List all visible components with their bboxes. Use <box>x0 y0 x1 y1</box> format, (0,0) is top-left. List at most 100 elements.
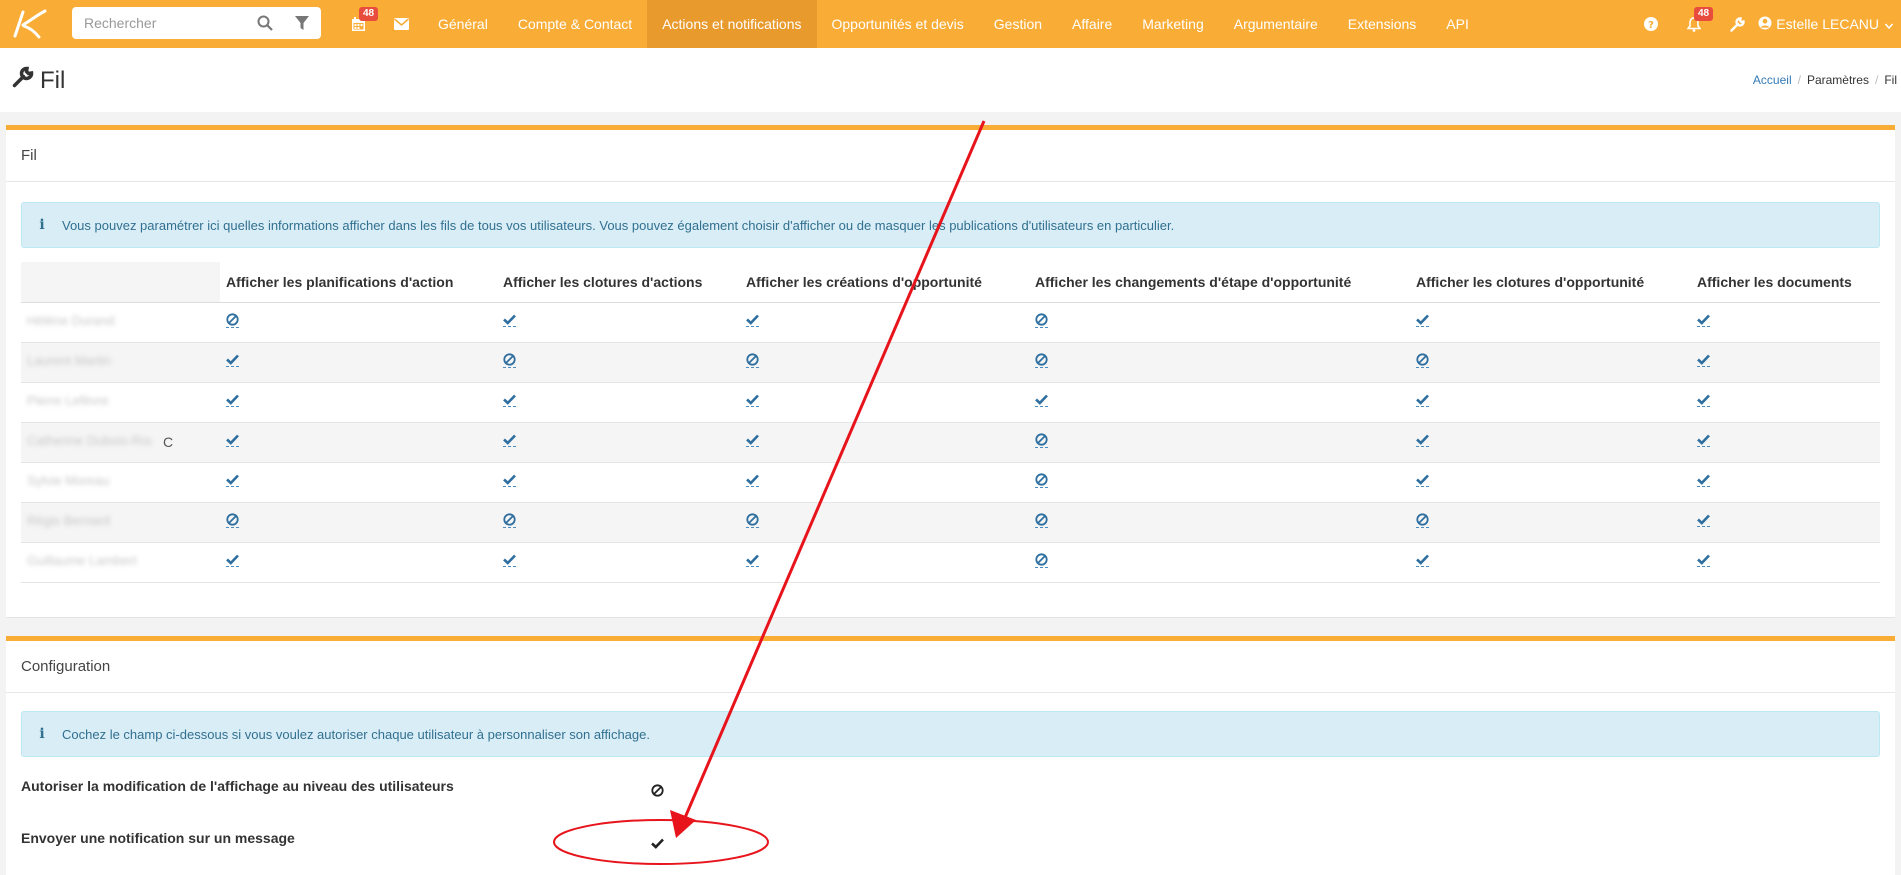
ban-icon[interactable] <box>503 353 516 368</box>
table-row: Sylvie Moreau <box>21 462 1880 503</box>
setting-cell <box>1029 502 1410 543</box>
check-icon[interactable] <box>226 354 239 367</box>
setting-cell <box>220 422 497 463</box>
info-icon: i <box>39 217 45 233</box>
setting-cell <box>740 382 1029 423</box>
check-icon[interactable] <box>651 836 664 852</box>
user-cell: Hélène Durand <box>21 302 220 343</box>
check-icon[interactable] <box>503 314 516 327</box>
ban-icon[interactable] <box>1035 313 1048 328</box>
setting-cell <box>1691 382 1880 423</box>
column-header-3: Afficher les changements d'étape d'oppor… <box>1029 262 1410 303</box>
ban-icon[interactable] <box>651 784 664 800</box>
setting-cell <box>1691 342 1880 383</box>
setting-cell <box>740 462 1029 503</box>
nav-item-0[interactable]: Général <box>423 0 503 48</box>
ban-icon[interactable] <box>503 513 516 528</box>
ban-icon[interactable] <box>1416 353 1429 368</box>
wrench-icon[interactable] <box>1727 14 1747 34</box>
check-icon[interactable] <box>1416 474 1429 487</box>
check-icon[interactable] <box>746 394 759 407</box>
check-icon[interactable] <box>1416 434 1429 447</box>
check-icon[interactable] <box>1035 394 1048 407</box>
check-icon[interactable] <box>503 434 516 447</box>
fil-info-alert: i Vous pouvez paramétrer ici quelles inf… <box>21 202 1880 248</box>
ban-icon[interactable] <box>226 313 239 328</box>
check-icon[interactable] <box>1697 554 1710 567</box>
user-name-suffix: C <box>163 433 174 450</box>
setting-cell <box>220 382 497 423</box>
breadcrumb-home[interactable]: Accueil <box>1753 73 1792 87</box>
setting-cell <box>1691 502 1880 543</box>
main-nav: Général Compte & Contact Actions et notifi… <box>423 0 1484 48</box>
nav-item-7[interactable]: Argumentaire <box>1219 0 1333 48</box>
check-icon[interactable] <box>1697 514 1710 527</box>
page-title-text: Fil <box>40 66 66 94</box>
filter-icon[interactable] <box>295 15 309 31</box>
nav-item-2[interactable]: Actions et notifications <box>647 0 817 48</box>
check-icon[interactable] <box>1416 394 1429 407</box>
check-icon[interactable] <box>1416 314 1429 327</box>
page-title: Fil <box>12 66 65 95</box>
check-icon[interactable] <box>746 554 759 567</box>
nav-item-6[interactable]: Marketing <box>1127 0 1218 48</box>
setting-cell <box>497 342 740 383</box>
table-row: Catherine Dubois-Roux C <box>21 422 1880 463</box>
user-menu[interactable]: Estelle LECANU <box>1758 0 1894 48</box>
setting-cell <box>1410 462 1691 503</box>
search-icon[interactable] <box>257 15 273 31</box>
check-icon[interactable] <box>1697 354 1710 367</box>
check-icon[interactable] <box>226 394 239 407</box>
envelope-icon[interactable] <box>391 14 411 34</box>
check-icon[interactable] <box>746 314 759 327</box>
setting-cell <box>1029 422 1410 463</box>
setting-cell <box>1410 382 1691 423</box>
check-icon[interactable] <box>503 394 516 407</box>
check-icon[interactable] <box>226 434 239 447</box>
nav-item-1[interactable]: Compte & Contact <box>503 0 647 48</box>
nav-item-9[interactable]: API <box>1431 0 1484 48</box>
setting-cell <box>1691 462 1880 503</box>
ban-icon[interactable] <box>1035 553 1048 568</box>
ban-icon[interactable] <box>746 513 759 528</box>
ban-icon[interactable] <box>226 513 239 528</box>
ban-icon[interactable] <box>1035 433 1048 448</box>
config-info-alert: i Cochez le champ ci-dessous si vous vou… <box>21 711 1880 757</box>
nav-item-8[interactable]: Extensions <box>1333 0 1431 48</box>
user-cell: Guillaume Lambert <box>21 542 220 583</box>
setting-cell <box>1029 462 1410 503</box>
check-icon[interactable] <box>746 434 759 447</box>
check-icon[interactable] <box>1697 394 1710 407</box>
ban-icon[interactable] <box>1035 473 1048 488</box>
nav-item-5[interactable]: Affaire <box>1057 0 1127 48</box>
check-icon[interactable] <box>226 474 239 487</box>
config-info-text: Cochez le champ ci-dessous si vous voule… <box>62 726 650 742</box>
user-cell: Sylvie Moreau <box>21 462 220 503</box>
ban-icon[interactable] <box>1035 353 1048 368</box>
column-header-4: Afficher les clotures d'opportunité <box>1410 262 1691 303</box>
check-icon[interactable] <box>1416 554 1429 567</box>
search-input[interactable] <box>72 15 242 31</box>
user-name: Catherine Dubois-Roux <box>27 433 152 448</box>
breadcrumb-settings: Paramètres <box>1806 73 1869 87</box>
check-icon[interactable] <box>503 554 516 567</box>
nav-item-4[interactable]: Gestion <box>979 0 1057 48</box>
check-icon[interactable] <box>503 474 516 487</box>
nav-item-3[interactable]: Opportunités et devis <box>817 0 979 48</box>
help-icon[interactable]: ? <box>1641 14 1661 34</box>
check-icon[interactable] <box>226 554 239 567</box>
check-icon[interactable] <box>1697 474 1710 487</box>
app-logo[interactable] <box>6 0 54 48</box>
page-header: Fil Accueil / Paramètres / Fil <box>0 48 1901 112</box>
column-header-2: Afficher les créations d'opportunité <box>740 262 1029 303</box>
check-icon[interactable] <box>1697 434 1710 447</box>
user-cell: Catherine Dubois-Roux C <box>21 422 220 463</box>
check-icon[interactable] <box>746 474 759 487</box>
setting-cell <box>1029 302 1410 343</box>
setting-cell <box>740 342 1029 383</box>
ban-icon[interactable] <box>1416 513 1429 528</box>
ban-icon[interactable] <box>746 353 759 368</box>
check-icon[interactable] <box>1697 314 1710 327</box>
top-navbar: 48 GénéralCompte & ContactActions et not… <box>0 0 1901 48</box>
ban-icon[interactable] <box>1035 513 1048 528</box>
